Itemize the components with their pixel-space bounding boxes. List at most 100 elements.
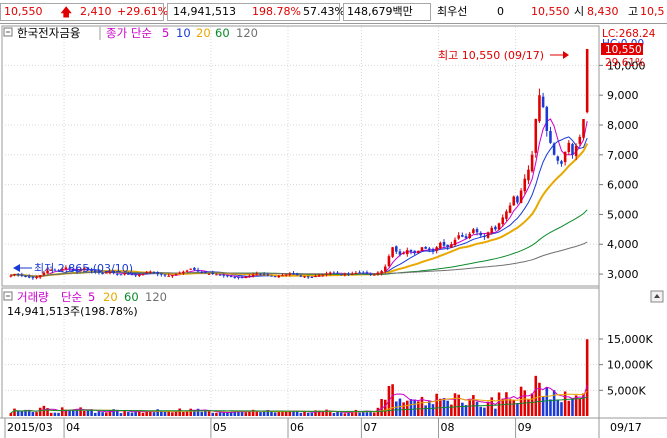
candle-body bbox=[196, 269, 200, 272]
volume-tick-label: 5,000K bbox=[607, 384, 646, 397]
candle-body bbox=[413, 250, 416, 254]
volume-bar bbox=[413, 399, 416, 416]
candle-body bbox=[193, 267, 196, 270]
candle-body bbox=[424, 246, 427, 249]
volume-bar bbox=[38, 407, 42, 416]
volume-bar bbox=[336, 412, 339, 416]
volume-bar bbox=[431, 404, 435, 416]
candle-body bbox=[409, 249, 413, 252]
candle-body bbox=[402, 253, 405, 255]
current-pct-tag: 29.61% bbox=[605, 57, 645, 69]
volume-bar bbox=[189, 408, 192, 416]
candle-body bbox=[534, 119, 538, 153]
candle-body bbox=[387, 256, 391, 266]
volume-bar bbox=[53, 412, 57, 416]
volume-bar bbox=[163, 411, 167, 416]
volume-bar bbox=[516, 403, 519, 416]
volume-bar bbox=[394, 401, 398, 416]
candle-body bbox=[325, 273, 328, 275]
turnover-pct: 57.43% bbox=[303, 5, 345, 18]
volume-bar bbox=[171, 412, 174, 416]
candle-body bbox=[556, 156, 560, 161]
candle-body bbox=[391, 247, 394, 257]
volume-bar bbox=[240, 411, 244, 416]
low-annotation: 최저 2,865 (03/10) bbox=[34, 262, 133, 275]
candle-body bbox=[9, 275, 13, 277]
candle-body bbox=[439, 242, 442, 249]
current-volume-readout: 14,941,513주(198.78%) bbox=[7, 305, 138, 318]
candle-body bbox=[277, 275, 281, 278]
candle-body bbox=[406, 250, 409, 255]
volume-bar bbox=[16, 411, 20, 416]
price-y-axis: 10,0009,0008,0007,0006,0005,0004,0003,00… bbox=[599, 59, 646, 281]
candle-body bbox=[361, 272, 365, 274]
volume-bar bbox=[398, 398, 402, 416]
volume-ratio: 198.78% bbox=[252, 5, 301, 18]
candle-body bbox=[486, 232, 490, 238]
volume-bar bbox=[461, 402, 464, 416]
stock-name[interactable]: 한국전자금융 bbox=[17, 26, 80, 40]
candle-body bbox=[182, 271, 185, 274]
candle-body bbox=[244, 276, 248, 278]
volume-bar bbox=[82, 410, 86, 416]
candle-body bbox=[358, 272, 361, 274]
candle-body bbox=[574, 145, 578, 157]
candle-body bbox=[27, 276, 31, 278]
volume-bar bbox=[86, 410, 90, 416]
volume-bar bbox=[101, 412, 104, 416]
volume-bar bbox=[123, 410, 126, 416]
candle-body bbox=[435, 247, 438, 251]
volume-bar bbox=[185, 411, 189, 416]
volume-bar bbox=[108, 410, 112, 416]
ma5-legend: 5 bbox=[162, 26, 169, 40]
vol-ma5-legend: 5 bbox=[88, 290, 95, 304]
candle-body bbox=[266, 274, 270, 276]
volume-bar bbox=[479, 406, 482, 416]
candle-body bbox=[141, 273, 145, 275]
candle-body bbox=[270, 275, 273, 277]
ask-price: 10,550 bbox=[531, 5, 570, 18]
price-change-pct: +29.61% bbox=[117, 5, 169, 18]
volume-bar bbox=[409, 399, 413, 416]
vol-ma60-legend: 60 bbox=[124, 290, 139, 304]
vol-ma20-legend: 20 bbox=[103, 290, 118, 304]
vol-ma120-legend: 120 bbox=[145, 290, 167, 304]
stock-chart[interactable]: 10,0009,0008,0007,0006,0005,0004,0003,00… bbox=[0, 25, 667, 438]
volume-bar bbox=[60, 407, 64, 416]
ma-legend-label[interactable]: 종가 단순 bbox=[106, 26, 152, 40]
candle-body bbox=[207, 273, 211, 275]
volume-bar bbox=[585, 339, 589, 416]
candle-body bbox=[299, 275, 303, 277]
volume-bar bbox=[284, 411, 288, 416]
volume-bar bbox=[556, 400, 560, 416]
volume-bar bbox=[270, 411, 273, 416]
ma120-legend: 120 bbox=[236, 26, 258, 40]
ma20-legend: 20 bbox=[196, 26, 211, 40]
volume-title[interactable]: 거래량 bbox=[17, 290, 49, 304]
price-ticker-bar: 10,550 🡅 2,410 +29.61% 14,941,513 198.78… bbox=[0, 0, 667, 24]
x-tick-label: 05 bbox=[213, 421, 227, 434]
open-label: 시 bbox=[574, 5, 585, 18]
candle-body bbox=[475, 229, 479, 233]
candle-body bbox=[376, 272, 380, 275]
candle-body bbox=[563, 151, 567, 163]
candle-body bbox=[259, 273, 262, 275]
candle-body bbox=[567, 142, 571, 152]
volume-bar bbox=[534, 375, 538, 416]
volume-bar bbox=[383, 399, 387, 416]
volume-bar bbox=[552, 390, 556, 416]
candle-body bbox=[505, 211, 508, 219]
candle-body bbox=[472, 229, 475, 234]
candle-body bbox=[461, 235, 464, 237]
candle-body bbox=[20, 274, 24, 276]
volume-bar bbox=[178, 408, 181, 416]
candle-body bbox=[233, 277, 237, 279]
open-value: 8,430 bbox=[587, 5, 619, 18]
volume-bar bbox=[20, 411, 24, 416]
candle-body bbox=[494, 226, 497, 230]
candle-body bbox=[442, 241, 446, 246]
candle-body bbox=[328, 272, 332, 275]
volume-bar bbox=[303, 411, 306, 416]
volume-tick-label: 15,000K bbox=[607, 333, 653, 346]
volume-bar bbox=[79, 407, 82, 416]
